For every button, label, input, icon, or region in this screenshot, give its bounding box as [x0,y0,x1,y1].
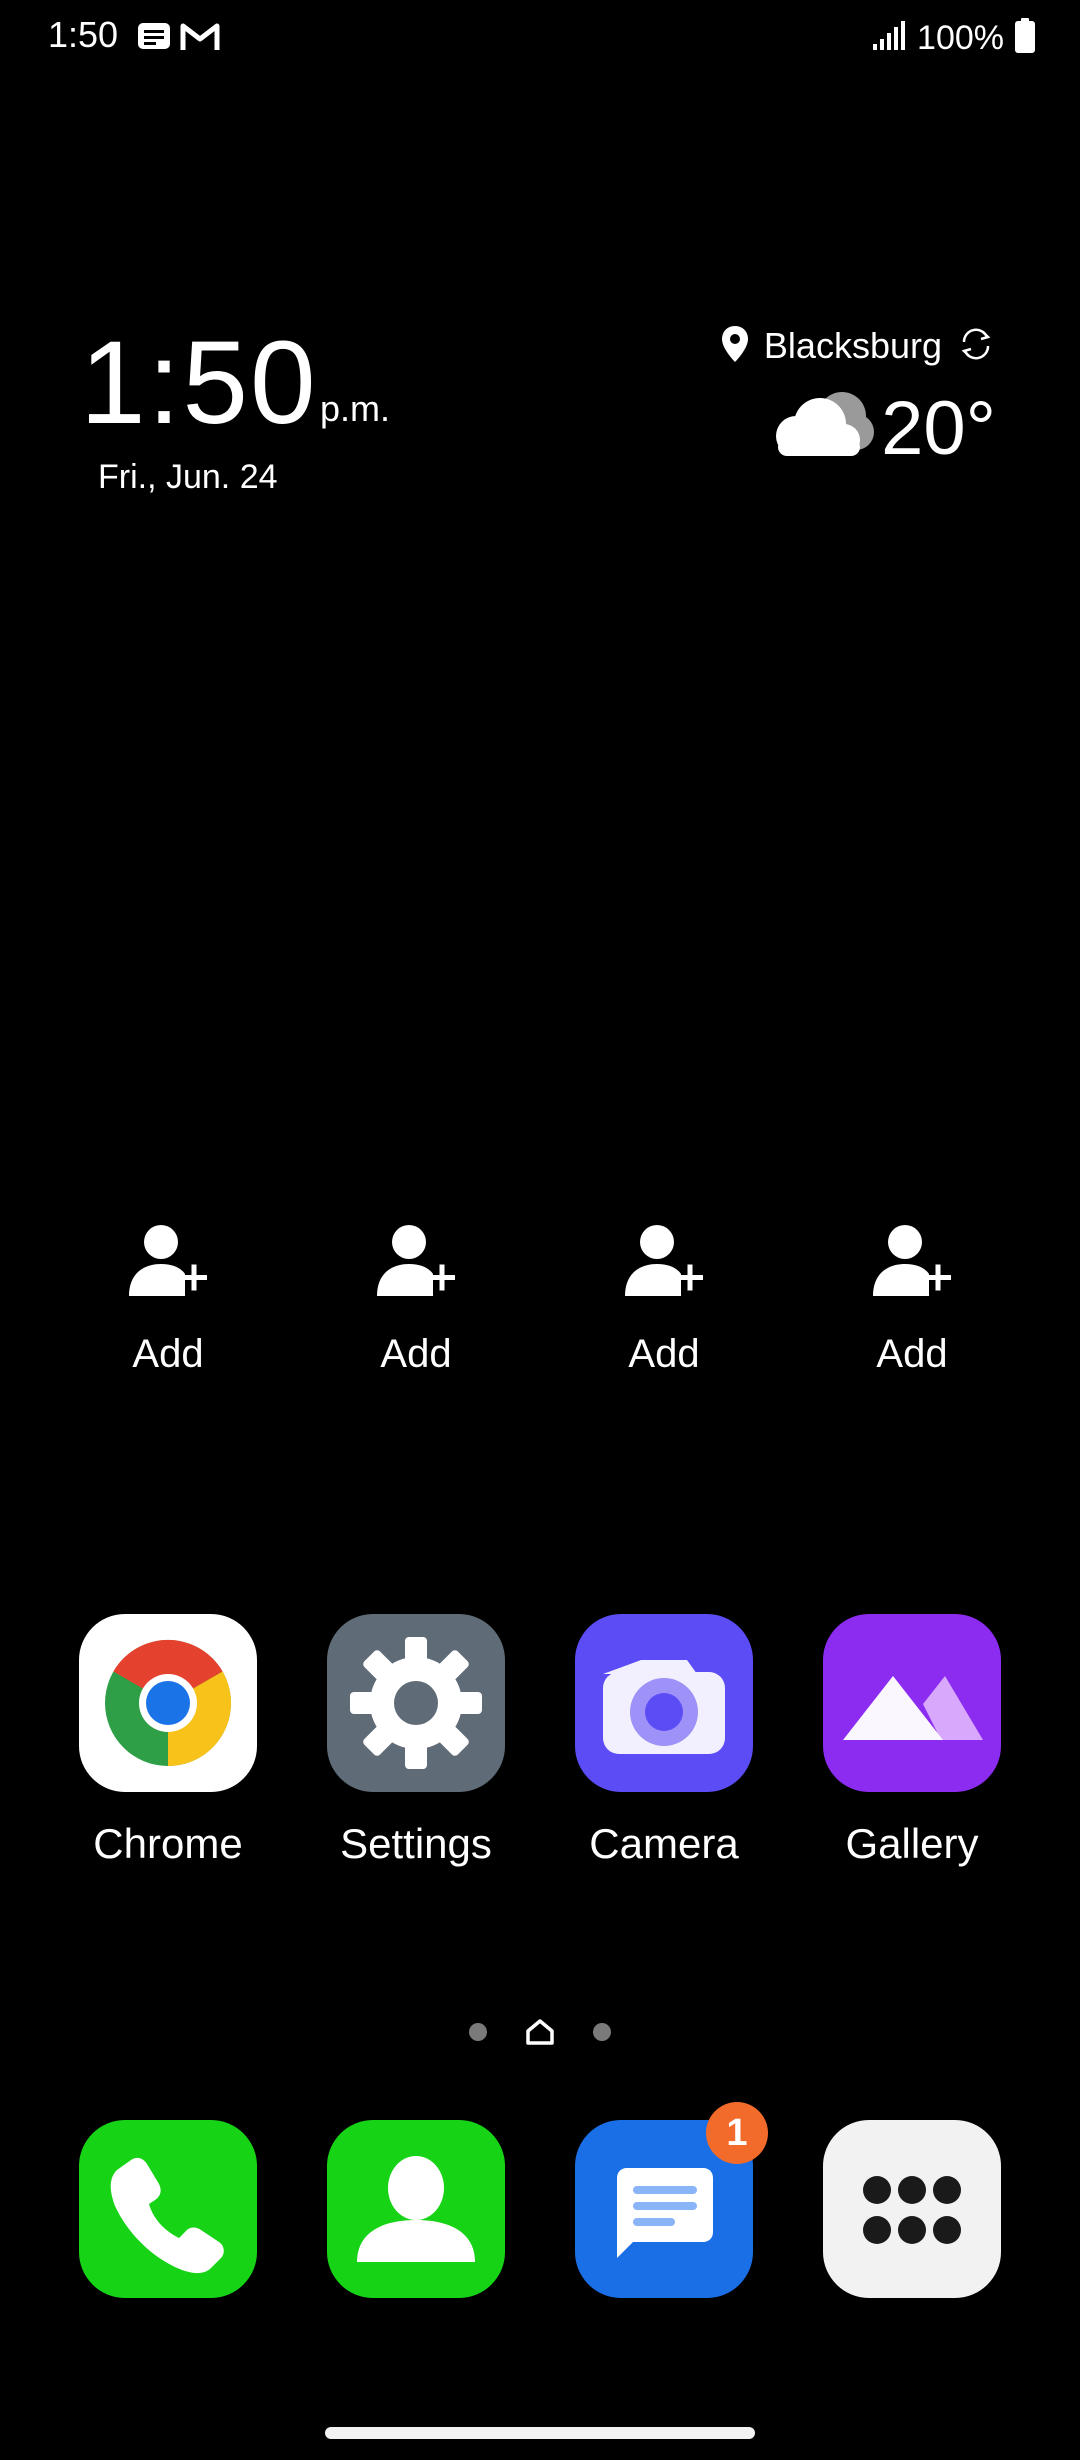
add-contact-label: Add [380,1332,452,1376]
add-contact-shortcut-3[interactable]: Add [564,1220,764,1420]
battery-percent: 100% [917,18,1004,57]
dock-messages[interactable]: 1 [544,2102,784,2298]
phone-icon [79,2120,257,2298]
clock-date: Fri., Jun. 24 [98,458,278,496]
page-dot-3[interactable] [593,2023,611,2041]
home-page-icon[interactable] [525,2018,555,2051]
location-pin-icon [720,324,750,369]
dock-contacts[interactable] [296,2120,536,2298]
page-dot-1[interactable] [469,2023,487,2041]
clock-time: 1:50 [80,317,318,449]
add-contact-shortcut-1[interactable]: Add [68,1220,268,1420]
gesture-nav-handle[interactable] [325,2427,755,2439]
add-contact-label: Add [628,1332,700,1376]
add-contact-icon [564,1220,764,1304]
app-gallery[interactable]: Gallery [792,1614,1032,1868]
status-time: 1:50 [48,14,119,55]
chrome-icon [79,1614,257,1792]
messages-badge: 1 [706,2102,768,2164]
weather-location: Blacksburg [763,325,942,366]
add-contact-label: Add [132,1332,204,1376]
contact-shortcuts-row: Add Add Add Add [0,1220,1080,1420]
app-label-gallery: Gallery [845,1820,979,1867]
add-contact-shortcut-4[interactable]: Add [812,1220,1012,1420]
message-notification-icon [136,20,172,59]
gear-icon [327,1614,505,1792]
app-label-settings: Settings [340,1820,492,1867]
add-contact-label: Add [876,1332,948,1376]
weather-temperature: 20° [881,386,996,471]
status-bar: 1:50 100% [0,0,1080,76]
add-contact-icon [68,1220,268,1304]
weather-widget[interactable]: Blacksburg 20° [656,322,996,482]
weather-location-row: Blacksburg [720,322,996,370]
app-drawer-icon [823,2120,1001,2298]
app-chrome[interactable]: Chrome [48,1614,288,1868]
app-label-camera: Camera [589,1820,739,1867]
dock-app-drawer[interactable] [792,2120,1032,2298]
add-contact-icon [812,1220,1012,1304]
battery-full-icon [1014,17,1036,59]
page-indicator[interactable] [460,2016,620,2048]
add-contact-shortcut-2[interactable]: Add [316,1220,516,1420]
app-camera[interactable]: Camera [544,1614,784,1868]
app-settings[interactable]: Settings [296,1614,536,1868]
add-contact-icon [316,1220,516,1304]
cloudy-icon [766,380,878,469]
gmail-notification-icon [180,20,220,59]
camera-icon [575,1614,753,1792]
gallery-icon [823,1614,1001,1792]
contacts-icon [327,2120,505,2298]
status-right-group: 100% [871,14,1036,62]
signal-icon [871,20,907,57]
refresh-icon[interactable] [956,324,996,369]
home-screen: 1:50 100% 1:50 p.m. Fri., Jun. 24 Blacks… [0,0,1080,2460]
app-label-chrome: Chrome [93,1820,243,1867]
dock-phone[interactable] [48,2120,288,2298]
clock-ampm: p.m. [320,388,391,429]
